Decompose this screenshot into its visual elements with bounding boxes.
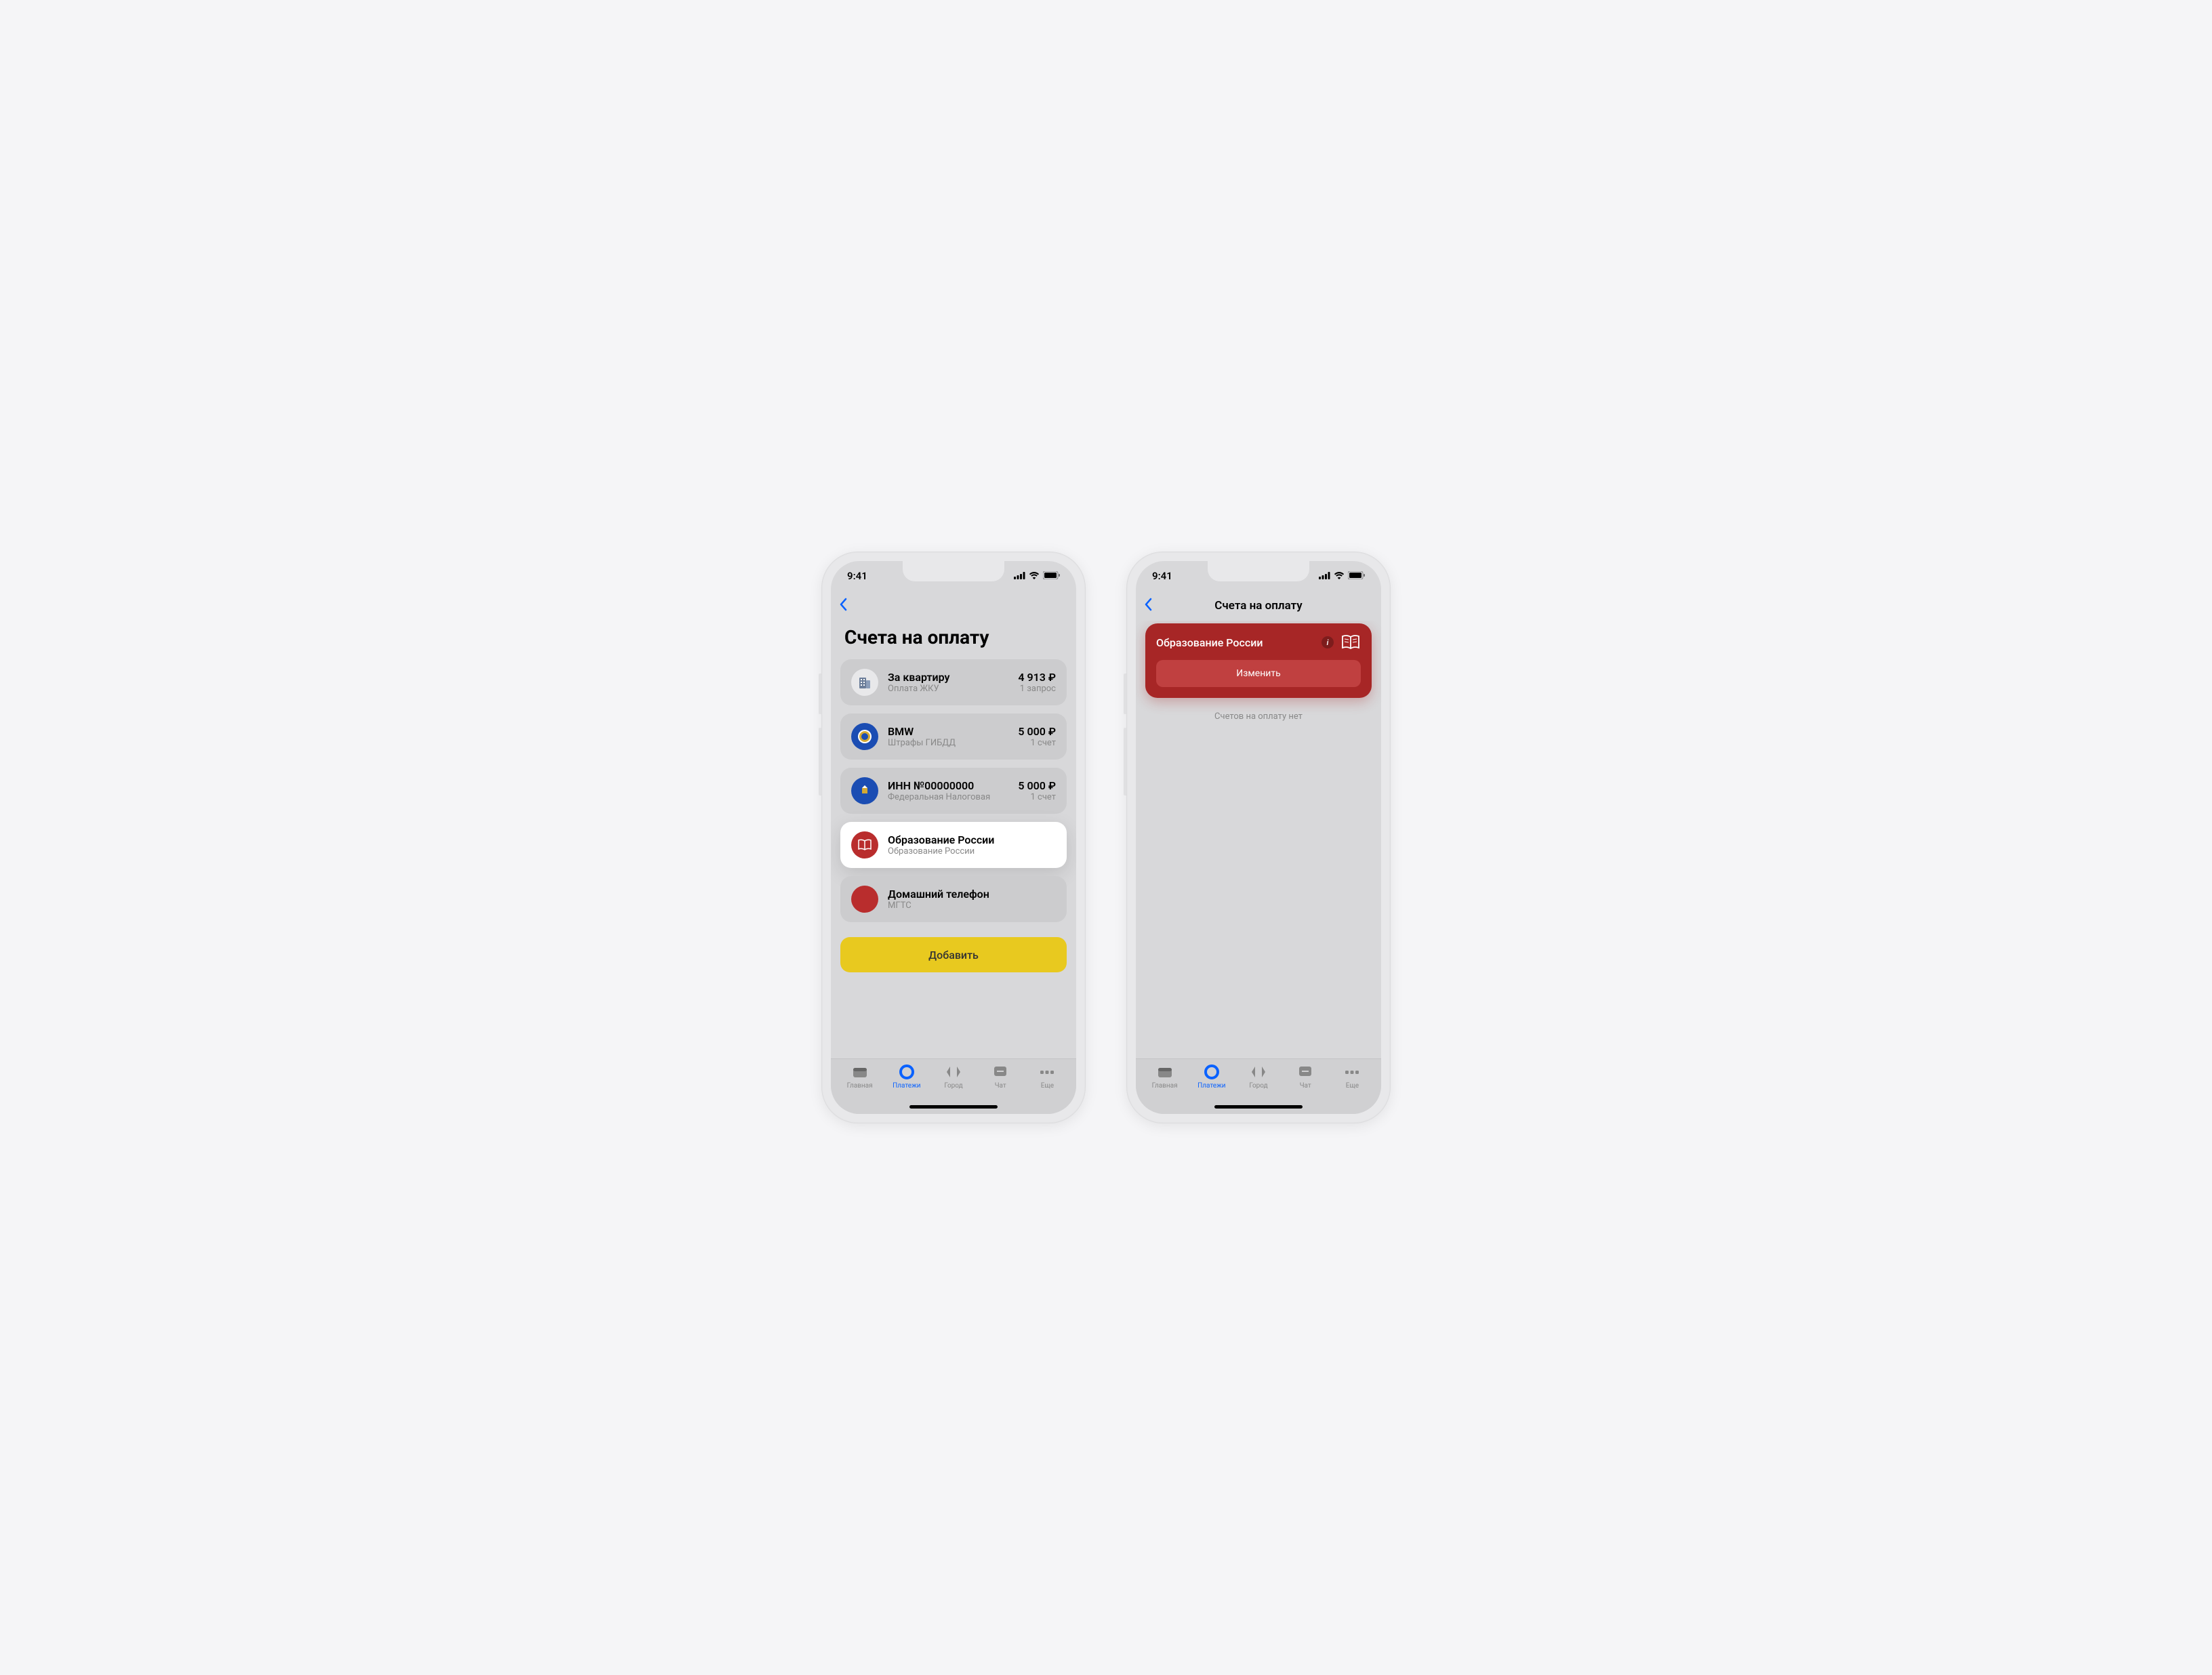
phone-mockup-left: 9:41 Счета на оплату <box>821 552 1086 1123</box>
bill-amount: 4 913 ₽ <box>1018 671 1056 684</box>
home-indicator[interactable] <box>909 1105 998 1109</box>
wifi-icon <box>1029 570 1040 582</box>
tab-label: Еще <box>1041 1082 1054 1090</box>
content-area: Образование России i Изменить Счетов на … <box>1136 621 1381 1058</box>
book-icon <box>1340 634 1361 650</box>
battery-icon <box>1043 570 1060 582</box>
cellular-icon <box>1319 570 1330 582</box>
chat-icon <box>1296 1063 1314 1081</box>
panel-title: Образование России <box>1156 636 1315 649</box>
bill-title: Образование России <box>888 833 1056 846</box>
diamond-icon <box>1250 1063 1267 1081</box>
diamond-icon <box>945 1063 962 1081</box>
wallet-icon <box>1156 1063 1174 1081</box>
bill-subtitle: Оплата ЖКУ <box>888 684 1008 694</box>
tab-bar: Главная Платежи Город Чат Еще <box>1136 1058 1381 1114</box>
tab-label: Чат <box>1300 1082 1311 1090</box>
police-badge-icon <box>851 723 878 750</box>
bill-card-apartment[interactable]: За квартиру Оплата ЖКУ 4 913 ₽ 1 запрос <box>840 659 1067 705</box>
bill-subtitle: Штрафы ГИБДД <box>888 738 1008 748</box>
circle-icon <box>898 1063 916 1081</box>
tab-label: Город <box>944 1082 962 1090</box>
tab-more[interactable]: Еще <box>1329 1063 1376 1114</box>
notch <box>1208 561 1309 581</box>
bill-count: 1 запрос <box>1018 684 1056 694</box>
cellular-icon <box>1014 570 1025 582</box>
bill-count: 1 счет <box>1018 738 1056 748</box>
status-time: 9:41 <box>847 570 867 582</box>
page-title: Счета на оплату <box>840 621 1067 659</box>
subscription-panel: Образование России i Изменить <box>1145 623 1372 698</box>
screen-right: 9:41 Счета на оплату О <box>1136 561 1381 1114</box>
provider-icon <box>851 886 878 913</box>
wifi-icon <box>1334 570 1345 582</box>
nav-title: Счета на оплату <box>1136 599 1381 613</box>
status-indicators <box>1014 570 1060 582</box>
nav-bar: Счета на оплату <box>1136 591 1381 621</box>
tab-home[interactable]: Главная <box>1141 1063 1188 1114</box>
add-button[interactable]: Добавить <box>840 937 1067 972</box>
bill-card-education[interactable]: Образование России Образование России <box>840 822 1067 868</box>
tab-label: Главная <box>1152 1082 1178 1090</box>
battery-icon <box>1348 570 1365 582</box>
back-button[interactable] <box>1144 596 1152 615</box>
bill-title: Домашний телефон <box>888 888 1056 901</box>
bill-amount: 5 000 ₽ <box>1018 725 1056 738</box>
book-icon <box>851 831 878 859</box>
tab-label: Еще <box>1346 1082 1359 1090</box>
bill-amount: 5 000 ₽ <box>1018 779 1056 792</box>
tab-label: Главная <box>847 1082 873 1090</box>
empty-message: Счетов на оплату нет <box>1145 711 1372 722</box>
wallet-icon <box>851 1063 869 1081</box>
phone-mockup-right: 9:41 Счета на оплату О <box>1126 552 1391 1123</box>
back-button[interactable] <box>839 596 847 615</box>
bill-title: BMW <box>888 725 1008 738</box>
bill-card-bmw[interactable]: BMW Штрафы ГИБДД 5 000 ₽ 1 счет <box>840 714 1067 760</box>
notch <box>903 561 1004 581</box>
bill-subtitle: Федеральная Налоговая <box>888 792 1008 802</box>
tab-label: Чат <box>995 1082 1006 1090</box>
tab-bar: Главная Платежи Город Чат Еще <box>831 1058 1076 1114</box>
bill-title: За квартиру <box>888 671 1008 684</box>
bill-subtitle: Образование России <box>888 846 1056 856</box>
chat-icon <box>991 1063 1009 1081</box>
tab-more[interactable]: Еще <box>1024 1063 1071 1114</box>
nav-bar <box>831 591 1076 621</box>
tab-label: Город <box>1249 1082 1267 1090</box>
status-time: 9:41 <box>1152 570 1172 582</box>
home-indicator[interactable] <box>1214 1105 1303 1109</box>
tab-label: Платежи <box>1197 1082 1225 1090</box>
more-icon <box>1343 1063 1361 1081</box>
bill-card-phone[interactable]: Домашний телефон МГТС <box>840 876 1067 922</box>
status-indicators <box>1319 570 1365 582</box>
bill-count: 1 счет <box>1018 792 1056 802</box>
change-button[interactable]: Изменить <box>1156 660 1361 687</box>
bill-title: ИНН №00000000 <box>888 779 1008 792</box>
content-area: Счета на оплату За квартиру Оплата ЖКУ 4… <box>831 621 1076 1058</box>
building-icon <box>851 669 878 696</box>
circle-icon <box>1203 1063 1221 1081</box>
tax-emblem-icon <box>851 777 878 804</box>
tab-label: Платежи <box>893 1082 920 1090</box>
bill-subtitle: МГТС <box>888 901 1056 911</box>
screen-left: 9:41 Счета на оплату <box>831 561 1076 1114</box>
tab-home[interactable]: Главная <box>836 1063 883 1114</box>
more-icon <box>1038 1063 1056 1081</box>
bill-card-tax[interactable]: ИНН №00000000 Федеральная Налоговая 5 00… <box>840 768 1067 814</box>
info-icon[interactable]: i <box>1322 636 1334 648</box>
